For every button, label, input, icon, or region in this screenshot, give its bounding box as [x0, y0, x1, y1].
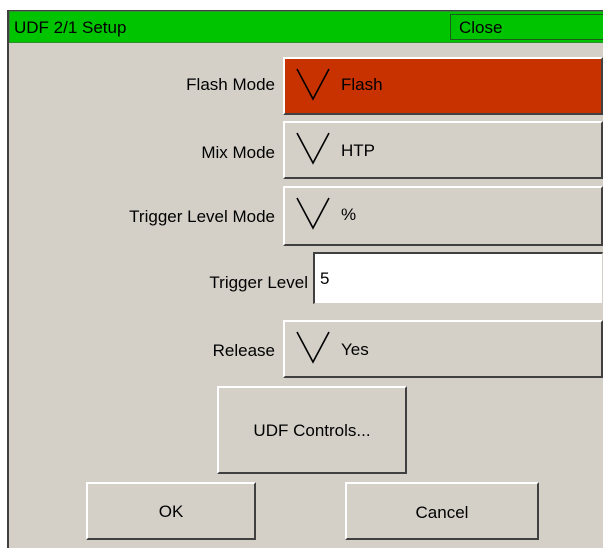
trigger-level-mode-value: %	[341, 205, 357, 224]
chevron-down-icon	[296, 197, 330, 230]
release-label: Release	[212, 341, 275, 360]
cancel-button-label: Cancel	[415, 503, 469, 522]
close-button[interactable]: Close	[450, 14, 603, 40]
mix-mode-dropdown[interactable]: HTP	[283, 121, 603, 179]
udf-controls-button-label: UDF Controls...	[253, 421, 371, 440]
ok-button-label: OK	[158, 502, 184, 521]
chevron-down-icon	[296, 331, 330, 364]
title-bar: UDF 2/1 Setup Close	[9, 11, 603, 43]
dialog-title: UDF 2/1 Setup	[14, 18, 127, 37]
close-button-label: Close	[459, 18, 503, 37]
udf-controls-button[interactable]: UDF Controls...	[217, 386, 407, 474]
flash-mode-label: Flash Mode	[186, 75, 275, 94]
trigger-level-mode-dropdown[interactable]: %	[283, 186, 603, 246]
release-value: Yes	[341, 340, 369, 359]
chevron-down-icon	[296, 68, 330, 101]
cancel-button[interactable]: Cancel	[345, 482, 539, 540]
mix-mode-value: HTP	[341, 141, 375, 160]
trigger-level-mode-label: Trigger Level Mode	[129, 207, 275, 226]
trigger-level-input[interactable]	[313, 252, 603, 304]
ok-button[interactable]: OK	[86, 482, 256, 540]
flash-mode-value: Flash	[341, 75, 383, 94]
chevron-down-icon	[296, 132, 330, 165]
flash-mode-dropdown[interactable]: Flash	[283, 57, 603, 115]
mix-mode-label: Mix Mode	[201, 143, 275, 162]
release-dropdown[interactable]: Yes	[283, 320, 603, 378]
trigger-level-label: Trigger Level	[209, 273, 308, 292]
